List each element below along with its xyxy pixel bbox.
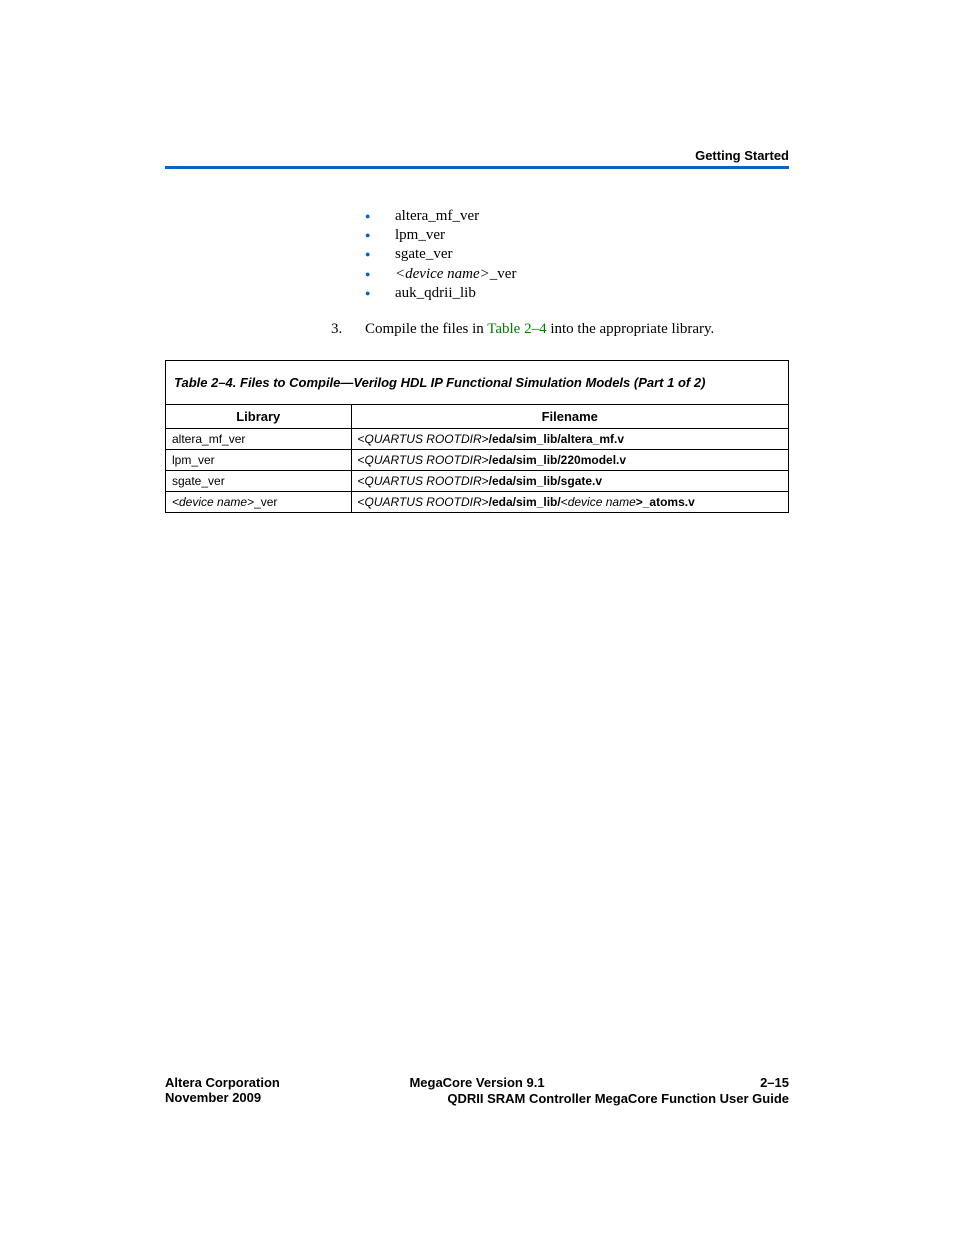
- list-item-text: auk_qdrii_lib: [395, 285, 476, 301]
- list-item-text: altera_mf_ver: [395, 208, 479, 224]
- table-row: sgate_ver <QUARTUS ROOTDIR>/eda/sim_lib/…: [166, 470, 788, 491]
- cell-filename: <QUARTUS ROOTDIR>/eda/sim_lib/220model.v: [351, 449, 788, 470]
- footer-date: November 2009: [165, 1090, 261, 1105]
- step-text-before: Compile the files in: [365, 321, 487, 337]
- step-text: Compile the files in Table 2–4 into the …: [365, 321, 714, 338]
- step-text-after: into the appropriate library.: [547, 321, 715, 337]
- list-item: <device name>_ver: [365, 265, 789, 284]
- step-number: 3.: [331, 321, 365, 338]
- cell-library: sgate_ver: [166, 470, 351, 491]
- table-2-4: Table 2–4. Files to Compile—Verilog HDL …: [165, 360, 789, 513]
- step-3: 3. Compile the files in Table 2–4 into t…: [331, 321, 789, 338]
- footer-page-number: 2–15: [760, 1075, 789, 1090]
- cell-library: <device name>_ver: [166, 491, 351, 512]
- list-item-suffix: _ver: [490, 266, 517, 282]
- footer-guide-title: QDRII SRAM Controller MegaCore Function …: [447, 1091, 789, 1106]
- cell-library: lpm_ver: [166, 449, 351, 470]
- page-footer: Altera Corporation MegaCore Version 9.1 …: [165, 1075, 789, 1105]
- cell-filename: <QUARTUS ROOTDIR>/eda/sim_lib/altera_mf.…: [351, 428, 788, 449]
- cell-filename: <QUARTUS ROOTDIR>/eda/sim_lib/sgate.v: [351, 470, 788, 491]
- header-section: Getting Started: [695, 148, 789, 163]
- lib-suffix: _ver: [254, 495, 277, 509]
- list-item-text: lpm_ver: [395, 227, 445, 243]
- list-item: sgate_ver: [365, 245, 789, 264]
- list-item: altera_mf_ver: [365, 207, 789, 226]
- table-caption: Table 2–4. Files to Compile—Verilog HDL …: [166, 361, 788, 405]
- lib-italic: <device name>: [172, 495, 254, 509]
- footer-version: MegaCore Version 9.1: [409, 1075, 544, 1090]
- table-row: <device name>_ver <QUARTUS ROOTDIR>/eda/…: [166, 491, 788, 512]
- list-item: auk_qdrii_lib: [365, 284, 789, 303]
- list-item: lpm_ver: [365, 226, 789, 245]
- library-list: altera_mf_ver lpm_ver sgate_ver <device …: [365, 207, 789, 303]
- files-table: Library Filename altera_mf_ver <QUARTUS …: [166, 405, 788, 512]
- header-divider: [165, 166, 789, 169]
- th-library: Library: [166, 405, 351, 429]
- list-item-text: sgate_ver: [395, 246, 452, 262]
- cell-filename: <QUARTUS ROOTDIR>/eda/sim_lib/<device na…: [351, 491, 788, 512]
- list-item-italic: <device name>: [395, 266, 490, 282]
- footer-corporation: Altera Corporation: [165, 1075, 280, 1090]
- table-link[interactable]: Table 2–4: [487, 321, 546, 337]
- th-filename: Filename: [351, 405, 788, 429]
- table-header-row: Library Filename: [166, 405, 788, 429]
- table-row: altera_mf_ver <QUARTUS ROOTDIR>/eda/sim_…: [166, 428, 788, 449]
- cell-library: altera_mf_ver: [166, 428, 351, 449]
- table-row: lpm_ver <QUARTUS ROOTDIR>/eda/sim_lib/22…: [166, 449, 788, 470]
